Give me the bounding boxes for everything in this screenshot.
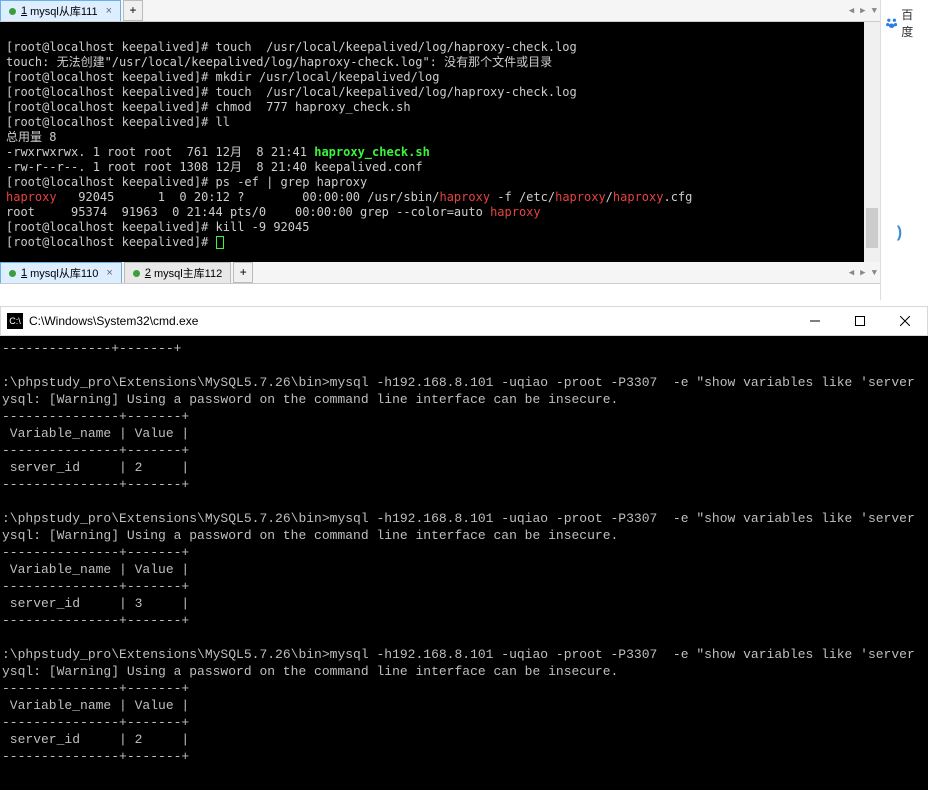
tab-mysql-110[interactable]: 1 mysql从库110 × bbox=[0, 262, 122, 283]
cmd-prompt-line: :\phpstudy_pro\Extensions\MySQL5.7.26\bi… bbox=[2, 511, 915, 526]
close-button[interactable] bbox=[882, 307, 927, 335]
prompt: [root@localhost keepalived]# bbox=[6, 235, 216, 249]
tab-mysql-111[interactable]: 1 mysql从库111 × bbox=[0, 0, 121, 21]
output-text: -f /etc/ bbox=[490, 190, 555, 204]
maximize-icon bbox=[855, 316, 865, 326]
tab-mysql-112[interactable]: 2 mysql主库112 bbox=[124, 262, 231, 283]
close-icon[interactable]: × bbox=[106, 5, 112, 17]
sidebar-paren: ) bbox=[894, 224, 904, 242]
table-border: ---------------+-------+ bbox=[2, 443, 189, 458]
output-text: .cfg bbox=[663, 190, 692, 204]
prompt: [root@localhost keepalived]# bbox=[6, 40, 216, 54]
table-row: server_id | 2 | bbox=[2, 732, 189, 747]
nav-prev-icon[interactable]: ◀ bbox=[846, 268, 857, 278]
table-row: server_id | 2 | bbox=[2, 460, 189, 475]
cmd-prompt-line: :\phpstudy_pro\Extensions\MySQL5.7.26\bi… bbox=[2, 647, 915, 662]
cmd-text: ps -ef | grep haproxy bbox=[216, 175, 368, 189]
cmd-terminal[interactable]: --------------+-------+ :\phpstudy_pro\E… bbox=[0, 336, 928, 790]
baidu-paw-icon bbox=[885, 16, 898, 30]
table-border: --------------+-------+ bbox=[2, 341, 181, 356]
prompt: [root@localhost keepalived]# bbox=[6, 100, 216, 114]
vertical-scrollbar[interactable] bbox=[864, 22, 880, 262]
cmd-text: ll bbox=[216, 115, 230, 129]
output-text: root 95374 91963 0 21:44 pts/0 00:00:00 … bbox=[6, 205, 490, 219]
table-border: ---------------+-------+ bbox=[2, 715, 189, 730]
cmd-text: touch /usr/local/keepalived/log/haproxy-… bbox=[216, 40, 577, 54]
table-border: ---------------+-------+ bbox=[2, 749, 189, 764]
maximize-button[interactable] bbox=[837, 307, 882, 335]
tab-label: mysql从库110 bbox=[30, 265, 98, 281]
cmd-title: C:\Windows\System32\cmd.exe bbox=[29, 314, 792, 328]
output-text: 92045 1 0 20:12 ? 00:00:00 /usr/sbin/ bbox=[57, 190, 440, 204]
match-text: haproxy bbox=[613, 190, 664, 204]
cmd-titlebar: C:\ C:\Windows\System32\cmd.exe bbox=[0, 306, 928, 336]
close-icon bbox=[900, 316, 910, 326]
table-header: Variable_name | Value | bbox=[2, 426, 189, 441]
table-border: ---------------+-------+ bbox=[2, 613, 189, 628]
new-tab-button[interactable]: + bbox=[233, 262, 253, 283]
process-name: haproxy bbox=[6, 190, 57, 204]
prompt: [root@localhost keepalived]# bbox=[6, 70, 216, 84]
nav-menu-icon[interactable]: ▼ bbox=[869, 6, 880, 16]
cursor bbox=[216, 236, 224, 249]
output-text: 总用量 8 bbox=[6, 130, 56, 144]
tab-nav-arrows: ◀ ▶ ▼ bbox=[846, 0, 880, 22]
new-tab-button[interactable]: + bbox=[123, 0, 143, 21]
nav-prev-icon[interactable]: ◀ bbox=[846, 6, 857, 16]
output-text: -rw-r--r--. 1 root root 1308 12月 8 21:40… bbox=[6, 160, 423, 174]
match-text: haproxy bbox=[490, 205, 541, 219]
table-border: ---------------+-------+ bbox=[2, 681, 189, 696]
cmd-prompt-line: :\phpstudy_pro\Extensions\MySQL5.7.26\bi… bbox=[2, 375, 915, 390]
prompt: [root@localhost keepalived]# bbox=[6, 85, 216, 99]
top-tab-bar-1: 1 mysql从库111 × + ◀ ▶ ▼ bbox=[0, 0, 880, 22]
filename-exec: haproxy_check.sh bbox=[314, 145, 430, 159]
table-border: ---------------+-------+ bbox=[2, 477, 189, 492]
table-border: ---------------+-------+ bbox=[2, 579, 189, 594]
table-border: ---------------+-------+ bbox=[2, 545, 189, 560]
plus-icon: + bbox=[129, 4, 136, 18]
cmd-text: kill -9 92045 bbox=[216, 220, 310, 234]
connection-status-dot bbox=[133, 270, 140, 277]
prompt: [root@localhost keepalived]# bbox=[6, 175, 216, 189]
warning-text: ysql: [Warning] Using a password on the … bbox=[2, 664, 618, 679]
tab-label: mysql从库111 bbox=[30, 3, 97, 19]
warning-text: ysql: [Warning] Using a password on the … bbox=[2, 392, 618, 407]
browser-sidebar: 百度 bbox=[880, 0, 928, 300]
cmd-icon: C:\ bbox=[7, 313, 23, 329]
prompt: [root@localhost keepalived]# bbox=[6, 115, 216, 129]
baidu-bookmark[interactable]: 百度 bbox=[881, 4, 928, 42]
table-header: Variable_name | Value | bbox=[2, 562, 189, 577]
cmd-text: chmod 777 haproxy_check.sh bbox=[216, 100, 411, 114]
nav-menu-icon[interactable]: ▼ bbox=[869, 268, 880, 278]
output-text: / bbox=[606, 190, 613, 204]
plus-icon: + bbox=[240, 266, 247, 280]
bottom-tab-bar: 1 mysql从库110 × 2 mysql主库112 + ◀ ▶ ▼ bbox=[0, 262, 880, 284]
table-header: Variable_name | Value | bbox=[2, 698, 189, 713]
table-row: server_id | 3 | bbox=[2, 596, 189, 611]
match-text: haproxy bbox=[439, 190, 490, 204]
warning-text: ysql: [Warning] Using a password on the … bbox=[2, 528, 618, 543]
prompt: [root@localhost keepalived]# bbox=[6, 220, 216, 234]
tab-number: 1 bbox=[21, 5, 27, 17]
minimize-button[interactable] bbox=[792, 307, 837, 335]
tab-number: 2 bbox=[145, 267, 151, 279]
nav-next-icon[interactable]: ▶ bbox=[857, 6, 868, 16]
table-border: ---------------+-------+ bbox=[2, 409, 189, 424]
cmd-text: touch /usr/local/keepalived/log/haproxy-… bbox=[216, 85, 577, 99]
tab-number: 1 bbox=[21, 267, 27, 279]
output-text: touch: 无法创建"/usr/local/keepalived/log/ha… bbox=[6, 55, 552, 69]
nav-next-icon[interactable]: ▶ bbox=[857, 268, 868, 278]
connection-status-dot bbox=[9, 8, 16, 15]
match-text: haproxy bbox=[555, 190, 606, 204]
close-icon[interactable]: × bbox=[106, 267, 112, 279]
cmd-text: mkdir /usr/local/keepalived/log bbox=[216, 70, 440, 84]
baidu-label: 百度 bbox=[901, 6, 924, 40]
output-text: -rwxrwxrwx. 1 root root 761 12月 8 21:41 bbox=[6, 145, 314, 159]
connection-status-dot bbox=[9, 270, 16, 277]
linux-terminal[interactable]: [root@localhost keepalived]# touch /usr/… bbox=[0, 22, 880, 262]
minimize-icon bbox=[810, 316, 820, 326]
tab-nav-arrows: ◀ ▶ ▼ bbox=[846, 262, 880, 284]
tab-label: mysql主库112 bbox=[154, 265, 222, 281]
